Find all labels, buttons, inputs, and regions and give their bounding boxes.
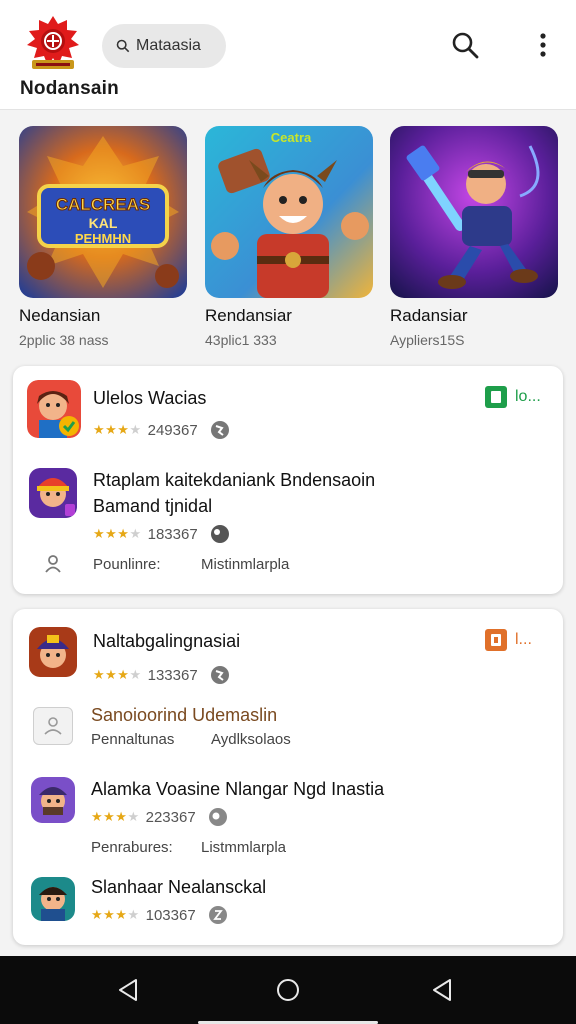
back-icon[interactable]: [114, 976, 142, 1004]
globe-icon: [210, 525, 229, 543]
globe-icon: [208, 808, 227, 826]
badge-label: l...: [515, 631, 532, 648]
search-icon[interactable]: [450, 30, 480, 60]
placeholder-icon: [33, 707, 73, 745]
svg-text:Ceatra: Ceatra: [271, 130, 312, 145]
badge-box-icon: [485, 386, 507, 408]
app-title: Slanhaar Nealansckal: [91, 877, 267, 897]
featured-title-1: Nedansian: [19, 306, 101, 325]
app-title: Ulelos Wacias: [93, 388, 207, 408]
globe-icon: [210, 666, 229, 684]
person-icon: [45, 555, 61, 573]
card-badge-2[interactable]: l...: [485, 629, 532, 651]
search-input[interactable]: [136, 37, 226, 55]
star-rating-icon: ★★★★: [93, 422, 142, 437]
meta-value: Listmmlarpla: [201, 839, 287, 856]
rating-count: 183367: [147, 525, 198, 543]
featured-subtitle-2: 43plic1 333: [205, 332, 277, 348]
app-title: Sanoioorind Udemaslin: [91, 705, 278, 725]
app-header: Nodansain: [0, 0, 576, 110]
rating-count: 249367: [147, 421, 198, 439]
recents-icon[interactable]: [428, 976, 456, 1004]
app-icon: [27, 380, 81, 438]
svg-text:PEHMHN: PEHMHN: [75, 231, 131, 246]
brand-name: Nodansain: [20, 78, 119, 99]
app-title-line2: Bamand tjnidal: [93, 496, 213, 516]
app-icon: [31, 877, 75, 921]
featured-app-2[interactable]: Ceatra Rendansiar 43plic1 333: [205, 126, 373, 348]
meta-label: Penrabures:: [91, 839, 173, 856]
system-nav-bar: [0, 956, 576, 1024]
app-title: Naltabgalingnasiai: [93, 631, 241, 651]
app-rating: ★★★★ 223367: [91, 807, 228, 827]
featured-subtitle-1: 2pplic 38 nass: [19, 332, 109, 348]
search-small-icon: [116, 39, 130, 53]
featured-subtitle-3: Aypliers15S: [390, 332, 465, 348]
featured-app-1[interactable]: CALCREAS KAL PEHMHN Nedansian 2pplic 38 …: [19, 126, 187, 348]
rating-count: 103367: [145, 906, 196, 924]
star-rating-icon: ★★★★: [91, 907, 140, 922]
home-icon[interactable]: [274, 976, 302, 1004]
app-list-card-1: lo... Ulelos Wacias ★★★★ 249367 Rtaplam …: [13, 366, 563, 594]
meta-label: Pennaltunas: [91, 731, 175, 748]
rating-count: 133367: [147, 666, 198, 684]
app-icon: [31, 777, 75, 823]
star-rating-icon: ★★★★: [91, 809, 140, 824]
app-title-line1: Rtaplam kaitekdaniank Bndensaoin: [93, 470, 376, 490]
globe-icon: [210, 421, 229, 439]
search-bar[interactable]: [102, 24, 226, 68]
app-icon: [29, 627, 77, 677]
svg-text:CALCREAS: CALCREAS: [56, 195, 150, 214]
featured-carousel: CALCREAS KAL PEHMHN Nedansian 2pplic 38 …: [0, 126, 576, 356]
card-badge-1[interactable]: lo...: [485, 386, 541, 408]
featured-art-1: CALCREAS KAL PEHMHN: [19, 126, 187, 298]
more-vert-icon[interactable]: [530, 30, 556, 60]
app-rating: ★★★★ 183367: [93, 524, 230, 544]
app-rating: ★★★★ 103367: [91, 905, 228, 925]
svg-text:KAL: KAL: [89, 215, 118, 231]
footer-label: Pounlinre:: [93, 556, 161, 573]
footer-value: Mistinmlarpla: [201, 556, 290, 573]
app-rating: ★★★★ 249367: [93, 420, 230, 440]
app-logo-icon[interactable]: [24, 14, 82, 72]
app-list-card-2: l... Naltabgalingnasiai ★★★★ 133367 Sano…: [13, 609, 563, 945]
rating-count: 223367: [145, 808, 196, 826]
star-rating-icon: ★★★★: [93, 526, 142, 541]
featured-art-3: [390, 126, 558, 298]
featured-art-2: Ceatra: [205, 126, 373, 298]
globe-icon: [208, 906, 227, 924]
star-rating-icon: ★★★★: [93, 667, 142, 682]
badge-box-icon: [485, 629, 507, 651]
app-title: Alamka Voasine Nlangar Ngd Inastia: [91, 779, 385, 799]
featured-title-3: Radansiar: [390, 306, 468, 325]
meta-value: Aydlksolaos: [211, 731, 291, 748]
featured-title-2: Rendansiar: [205, 306, 292, 325]
app-icon: [29, 468, 77, 518]
featured-app-3[interactable]: Radansiar Aypliers15S: [390, 126, 558, 348]
badge-label: lo...: [515, 388, 541, 405]
app-rating: ★★★★ 133367: [93, 665, 230, 685]
